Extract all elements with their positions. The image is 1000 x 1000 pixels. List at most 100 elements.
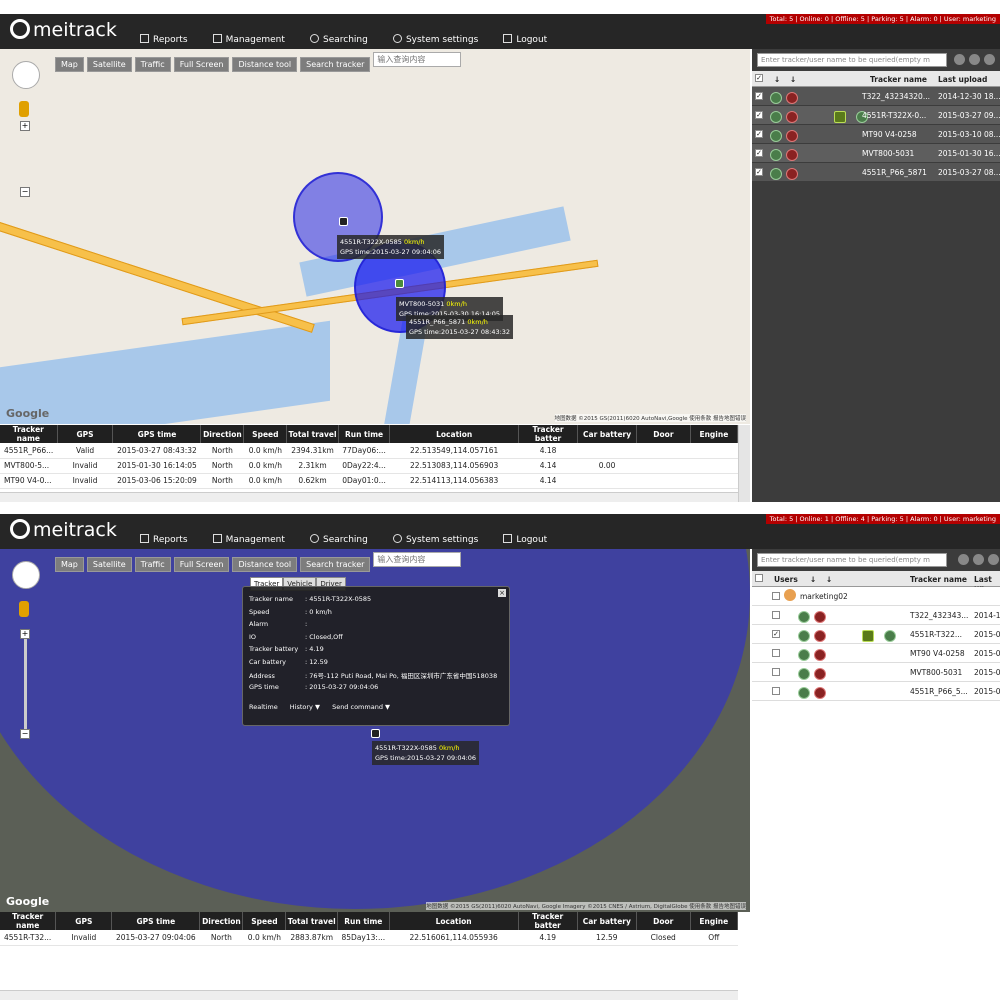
- tracker-checkbox[interactable]: [772, 687, 780, 695]
- column-header[interactable]: GPS time: [111, 912, 201, 930]
- menu-logout[interactable]: Logout: [503, 534, 547, 545]
- menu-logout[interactable]: Logout: [503, 34, 547, 45]
- user-group-row[interactable]: marketing02: [752, 587, 1000, 606]
- column-header[interactable]: GPS: [57, 425, 114, 443]
- table-row[interactable]: MT90 V4-0... Invalid 2015-03-06 15:20:09 No…: [0, 473, 738, 489]
- vehicle-marker-icon[interactable]: [371, 729, 380, 738]
- tracker-list-item[interactable]: ✓ MVT800-5031 2015-01-30 16...: [752, 144, 1000, 163]
- group-checkbox[interactable]: [772, 592, 780, 600]
- meitrack-logo[interactable]: meitrack: [10, 19, 122, 45]
- history-dropdown[interactable]: History ▼: [290, 703, 320, 711]
- column-header[interactable]: Speed: [242, 912, 287, 930]
- zoom-out-button[interactable]: −: [20, 187, 30, 197]
- column-header[interactable]: GPS: [55, 912, 113, 930]
- street-view-icon[interactable]: [19, 101, 29, 117]
- tracker-checkbox[interactable]: ✓: [772, 630, 780, 638]
- tracker-checkbox[interactable]: ✓: [755, 130, 763, 138]
- column-header[interactable]: Location: [389, 425, 520, 443]
- column-header[interactable]: Direction: [200, 425, 245, 443]
- tracker-checkbox[interactable]: ✓: [755, 149, 763, 157]
- tracker-checkbox[interactable]: ✓: [755, 168, 763, 176]
- tracker-list-item[interactable]: 4551R_P66_5... 2015-0: [752, 682, 1000, 701]
- tracker-checkbox[interactable]: ✓: [755, 111, 763, 119]
- tracker-search-input[interactable]: Enter tracker/user name to be queried(em…: [757, 53, 947, 67]
- menu-system-settings[interactable]: System settings: [392, 534, 478, 545]
- map-type-button[interactable]: Map: [55, 557, 84, 572]
- column-header[interactable]: Run time: [338, 425, 391, 443]
- column-header[interactable]: Door: [636, 912, 691, 930]
- menu-searching[interactable]: Searching: [310, 534, 368, 545]
- next-icon[interactable]: [973, 554, 984, 565]
- menu-management[interactable]: Management: [212, 34, 285, 45]
- pan-control[interactable]: [12, 61, 40, 89]
- tracker-checkbox[interactable]: [772, 649, 780, 657]
- satellite-button[interactable]: Satellite: [86, 557, 132, 572]
- satellite-button[interactable]: Satellite: [86, 57, 132, 72]
- distance-tool-button[interactable]: Distance tool: [232, 557, 298, 572]
- zoom-in-button[interactable]: +: [20, 121, 30, 131]
- tracker-checkbox[interactable]: [772, 668, 780, 676]
- realtime-link[interactable]: Realtime: [249, 703, 278, 711]
- send-command-dropdown[interactable]: Send command ▼: [332, 703, 390, 711]
- column-header[interactable]: Tracker batter: [518, 912, 578, 930]
- tracker-checkbox[interactable]: [772, 611, 780, 619]
- zoom-out-button[interactable]: −: [20, 729, 30, 739]
- column-header[interactable]: Run time: [337, 912, 390, 930]
- meitrack-logo[interactable]: meitrack: [10, 519, 122, 545]
- menu-system-settings[interactable]: System settings: [392, 34, 478, 45]
- sort-down-icon[interactable]: ↓: [790, 75, 796, 84]
- tracker-list-item[interactable]: ✓ MT90 V4-0258 2015-03-10 08...: [752, 125, 1000, 144]
- select-all-checkbox[interactable]: [755, 574, 763, 582]
- map-canvas[interactable]: Map Satellite Traffic Full Screen Distance t…: [0, 549, 750, 912]
- tracker-checkbox[interactable]: ✓: [755, 92, 763, 100]
- tracker-label[interactable]: 4551R-T322X-0585 0km/h GPS time:2015-03-2…: [337, 235, 445, 259]
- table-row[interactable]: MVT800-5... Invalid 2015-01-30 16:14:05 Nor…: [0, 458, 738, 474]
- horizontal-scrollbar[interactable]: [0, 492, 738, 502]
- map-search-input[interactable]: [373, 552, 462, 567]
- pan-control[interactable]: [12, 561, 40, 589]
- menu-management[interactable]: Management: [212, 534, 285, 545]
- map-type-button[interactable]: Map: [55, 57, 84, 72]
- map-canvas[interactable]: Map Satellite Traffic Full Screen Distance t…: [0, 49, 750, 424]
- menu-reports[interactable]: Reports: [140, 34, 188, 45]
- search-tracker-button[interactable]: Search tracker: [300, 557, 371, 572]
- sort-down-icon[interactable]: ↓: [826, 575, 832, 584]
- column-last-upload[interactable]: Last upload: [938, 75, 987, 84]
- search-tracker-button[interactable]: Search tracker: [300, 57, 371, 72]
- column-header[interactable]: Car battery: [577, 912, 637, 930]
- next-icon[interactable]: [969, 54, 980, 65]
- street-view-icon[interactable]: [19, 601, 29, 617]
- column-header[interactable]: Tracker batter: [518, 425, 579, 443]
- tracker-list-item[interactable]: MVT800-5031 2015-0: [752, 663, 1000, 682]
- zoom-slider[interactable]: [24, 629, 27, 729]
- tracker-list-item[interactable]: T322_432343... 2014-1: [752, 606, 1000, 625]
- column-header[interactable]: Direction: [199, 912, 244, 930]
- prev-icon[interactable]: [954, 54, 965, 65]
- refresh-icon[interactable]: [984, 54, 995, 65]
- map-search-input[interactable]: [373, 52, 462, 67]
- column-users[interactable]: Users: [774, 575, 798, 584]
- vehicle-marker-icon[interactable]: [395, 279, 404, 288]
- refresh-icon[interactable]: [988, 554, 999, 565]
- tracker-label[interactable]: 4551R_P66_5871 0km/h GPS time:2015-03-27 …: [406, 315, 514, 339]
- tracker-search-input[interactable]: Enter tracker/user name to be queried(em…: [757, 553, 947, 567]
- menu-searching[interactable]: Searching: [310, 34, 368, 45]
- prev-icon[interactable]: [958, 554, 969, 565]
- column-header[interactable]: Speed: [243, 425, 288, 443]
- vertical-scrollbar[interactable]: [738, 425, 750, 502]
- column-header[interactable]: GPS time: [112, 425, 202, 443]
- sort-down-icon[interactable]: ↓: [810, 575, 816, 584]
- full-screen-button[interactable]: Full Screen: [173, 57, 230, 72]
- menu-reports[interactable]: Reports: [140, 534, 188, 545]
- tracker-list-item[interactable]: ✓ 4551R-T322X-0... 2015-03-27 09...: [752, 106, 1000, 125]
- column-header[interactable]: Engine: [690, 425, 739, 443]
- zoom-in-button[interactable]: +: [20, 629, 30, 639]
- column-header[interactable]: Total travel: [286, 425, 339, 443]
- column-header[interactable]: Engine: [690, 912, 739, 930]
- table-row[interactable]: 4551R-T32...Invalid2015-03-27 09:04:06No…: [0, 930, 738, 946]
- tracker-list-item[interactable]: MT90 V4-0258 2015-0: [752, 644, 1000, 663]
- select-all-checkbox[interactable]: ✓: [755, 74, 763, 82]
- column-header[interactable]: Tracker name: [0, 912, 57, 930]
- tracker-list-item[interactable]: ✓ 4551R_P66_5871 2015-03-27 08...: [752, 163, 1000, 182]
- sort-down-icon[interactable]: ↓: [774, 75, 780, 84]
